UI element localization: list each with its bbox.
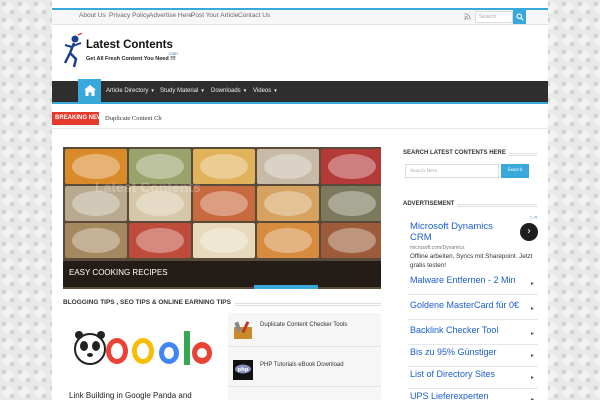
slider-caption: EASY COOKING RECIPES [63,261,381,287]
caret-down-icon: ▼ [150,88,155,93]
logo-tagline: Get All Fresh Content You Need !!! [86,56,176,62]
top-bar: About Us Privacy Policy Advertise Here P… [52,10,548,25]
ad-link[interactable]: UPS Lieferexperten ▸ [408,388,538,400]
tools-thumbnail-image [234,321,252,339]
nav-downloads-label: Downloads [211,88,241,94]
php-thumbnail-image: php [233,360,253,380]
breaking-news-bar: BREAKING NEWS Duplicate Content Ch [52,108,548,129]
chevron-right-small-icon: ▸ [530,396,534,400]
ad-description: Offline arbeiten, Syncs mit Sharepoint. … [410,253,533,269]
slider-food-tile [193,149,255,184]
topbar-link-contact[interactable]: Contact Us [238,12,270,19]
ad-link[interactable]: Backlink Checker Tool ▸ [408,322,538,345]
logo-title: Latest Contents [86,39,173,51]
page-container: About Us Privacy Policy Advertise Here P… [52,0,548,400]
home-icon [83,85,96,96]
topbar-link-privacy[interactable]: Privacy Policy [109,12,149,19]
chevron-right-icon[interactable]: › [520,223,538,241]
slider-food-tile [193,186,255,221]
ad-link[interactable]: Malware Entfernen - 2 Min ▸ [408,272,538,295]
topbar-link-about[interactable]: About Us [79,12,106,19]
main-nav: Article Directory ▼ Study Material ▼ Downl… [52,79,548,102]
nav-videos-label: Videos [253,88,272,94]
topbar-link-advertise[interactable]: Advertise Here [149,12,192,19]
ad-title[interactable]: Microsoft Dynamics CRM [410,221,510,243]
topbar-link-post-article[interactable]: Post Your Article [191,12,238,19]
slider-caption-title[interactable]: EASY COOKING RECIPES [69,268,168,277]
ad-url: microsoft.com/Dynamics [410,245,465,251]
chevron-right-small-icon: ▸ [530,305,534,312]
nav-article-directory[interactable]: Article Directory ▼ [106,88,155,94]
ad-link-label: Bis zu 95% Günstiger [410,347,497,357]
slider-food-tile [193,223,255,258]
slider-food-tile [65,223,127,258]
ad-link-label: UPS Lieferexperten [410,391,489,400]
rss-icon[interactable] [464,13,471,20]
nav-study-material-label: Study Material [160,88,199,94]
svg-text:php: php [238,367,249,373]
section-heading: BLOGGING TIPS , SEO TIPS & ONLINE EARNIN… [63,299,381,311]
nav-study-material[interactable]: Study Material ▼ [160,88,205,94]
featured-slider[interactable]: Latest Contents EASY COOKING RECIPES [63,147,381,289]
slider-food-tile [129,223,191,258]
chevron-right-small-icon: ▸ [530,352,534,359]
nav-downloads[interactable]: Downloads ▼ [211,88,247,94]
ad-link[interactable]: List of Directory Sites ▸ [408,366,538,389]
nav-article-directory-label: Article Directory [106,88,149,94]
site-logo[interactable]: Latest Contents .com Get All Fresh Conte… [62,31,192,71]
slider-food-tile [321,186,381,221]
post-list: Duplicate Content Checker Tools php PHP … [228,313,381,400]
slider-food-tile [257,186,319,221]
ad-link-label: Malware Entfernen - 2 Min [410,275,516,285]
chevron-right-small-icon: ▸ [530,330,534,337]
featured-post-title[interactable]: Link Building in Google Panda and [69,391,192,400]
slider-watermark: Latest Contents [95,179,201,195]
list-item[interactable]: Duplicate Content Checker Tools [228,313,381,347]
home-button[interactable] [78,79,101,102]
slider-food-tile [257,149,319,184]
google-panda-logo-image [74,331,212,365]
chevron-right-small-icon: ▸ [530,280,534,287]
list-item[interactable]: php PHP Tutorials eBook Download [228,353,381,387]
breaking-news-label: BREAKING NEWS [52,112,107,125]
sidebar-search-heading: SEARCH LATEST CONTENTS HERE [403,150,537,162]
featured-post[interactable]: Link Building in Google Panda and [63,313,223,400]
ad-link[interactable]: Goldene MasterCard für 0€ ▸ [408,297,538,320]
post-title[interactable]: PHP Tutorials eBook Download [260,362,344,368]
ad-link-label: Goldene MasterCard für 0€ [410,300,520,310]
ad-info-icon[interactable]: ▷✕ [530,215,538,221]
post-title[interactable]: Duplicate Content Checker Tools [260,322,347,328]
sidebar-search-button[interactable]: Search [501,164,529,178]
ad-link[interactable]: Bis zu 95% Günstiger ▸ [408,344,538,367]
caret-down-icon: ▼ [273,88,278,93]
sidebar-ad-heading: ADVERTISEMENT [403,201,537,213]
caret-down-icon: ▼ [242,88,248,93]
chevron-right-small-icon: ▸ [530,374,534,381]
top-search-button[interactable] [513,10,526,24]
runner-logo-icon [63,33,83,68]
top-search-input[interactable]: Search [475,11,513,23]
nav-videos[interactable]: Videos ▼ [253,88,278,94]
nav-accent-line [52,102,548,104]
ad-link-label: Backlink Checker Tool [410,325,499,335]
slider-food-tile [321,149,381,184]
slider-food-tile [257,223,319,258]
sidebar-search-input[interactable]: Search Here [405,164,499,178]
ad-link-label: List of Directory Sites [410,369,496,379]
caret-down-icon: ▼ [200,88,205,93]
slider-food-tile [321,223,381,258]
breaking-news-link[interactable]: Duplicate Content Ch [105,115,162,122]
sidebar-ad-heading-text: ADVERTISEMENT [403,201,458,207]
search-icon [515,13,524,21]
section-heading-text: BLOGGING TIPS , SEO TIPS & ONLINE EARNIN… [63,299,235,306]
ad-panel: ▷✕ Microsoft Dynamics CRM › microsoft.co… [408,215,538,400]
sidebar-search-heading-text: SEARCH LATEST CONTENTS HERE [403,150,509,156]
slider-progress [254,285,318,289]
